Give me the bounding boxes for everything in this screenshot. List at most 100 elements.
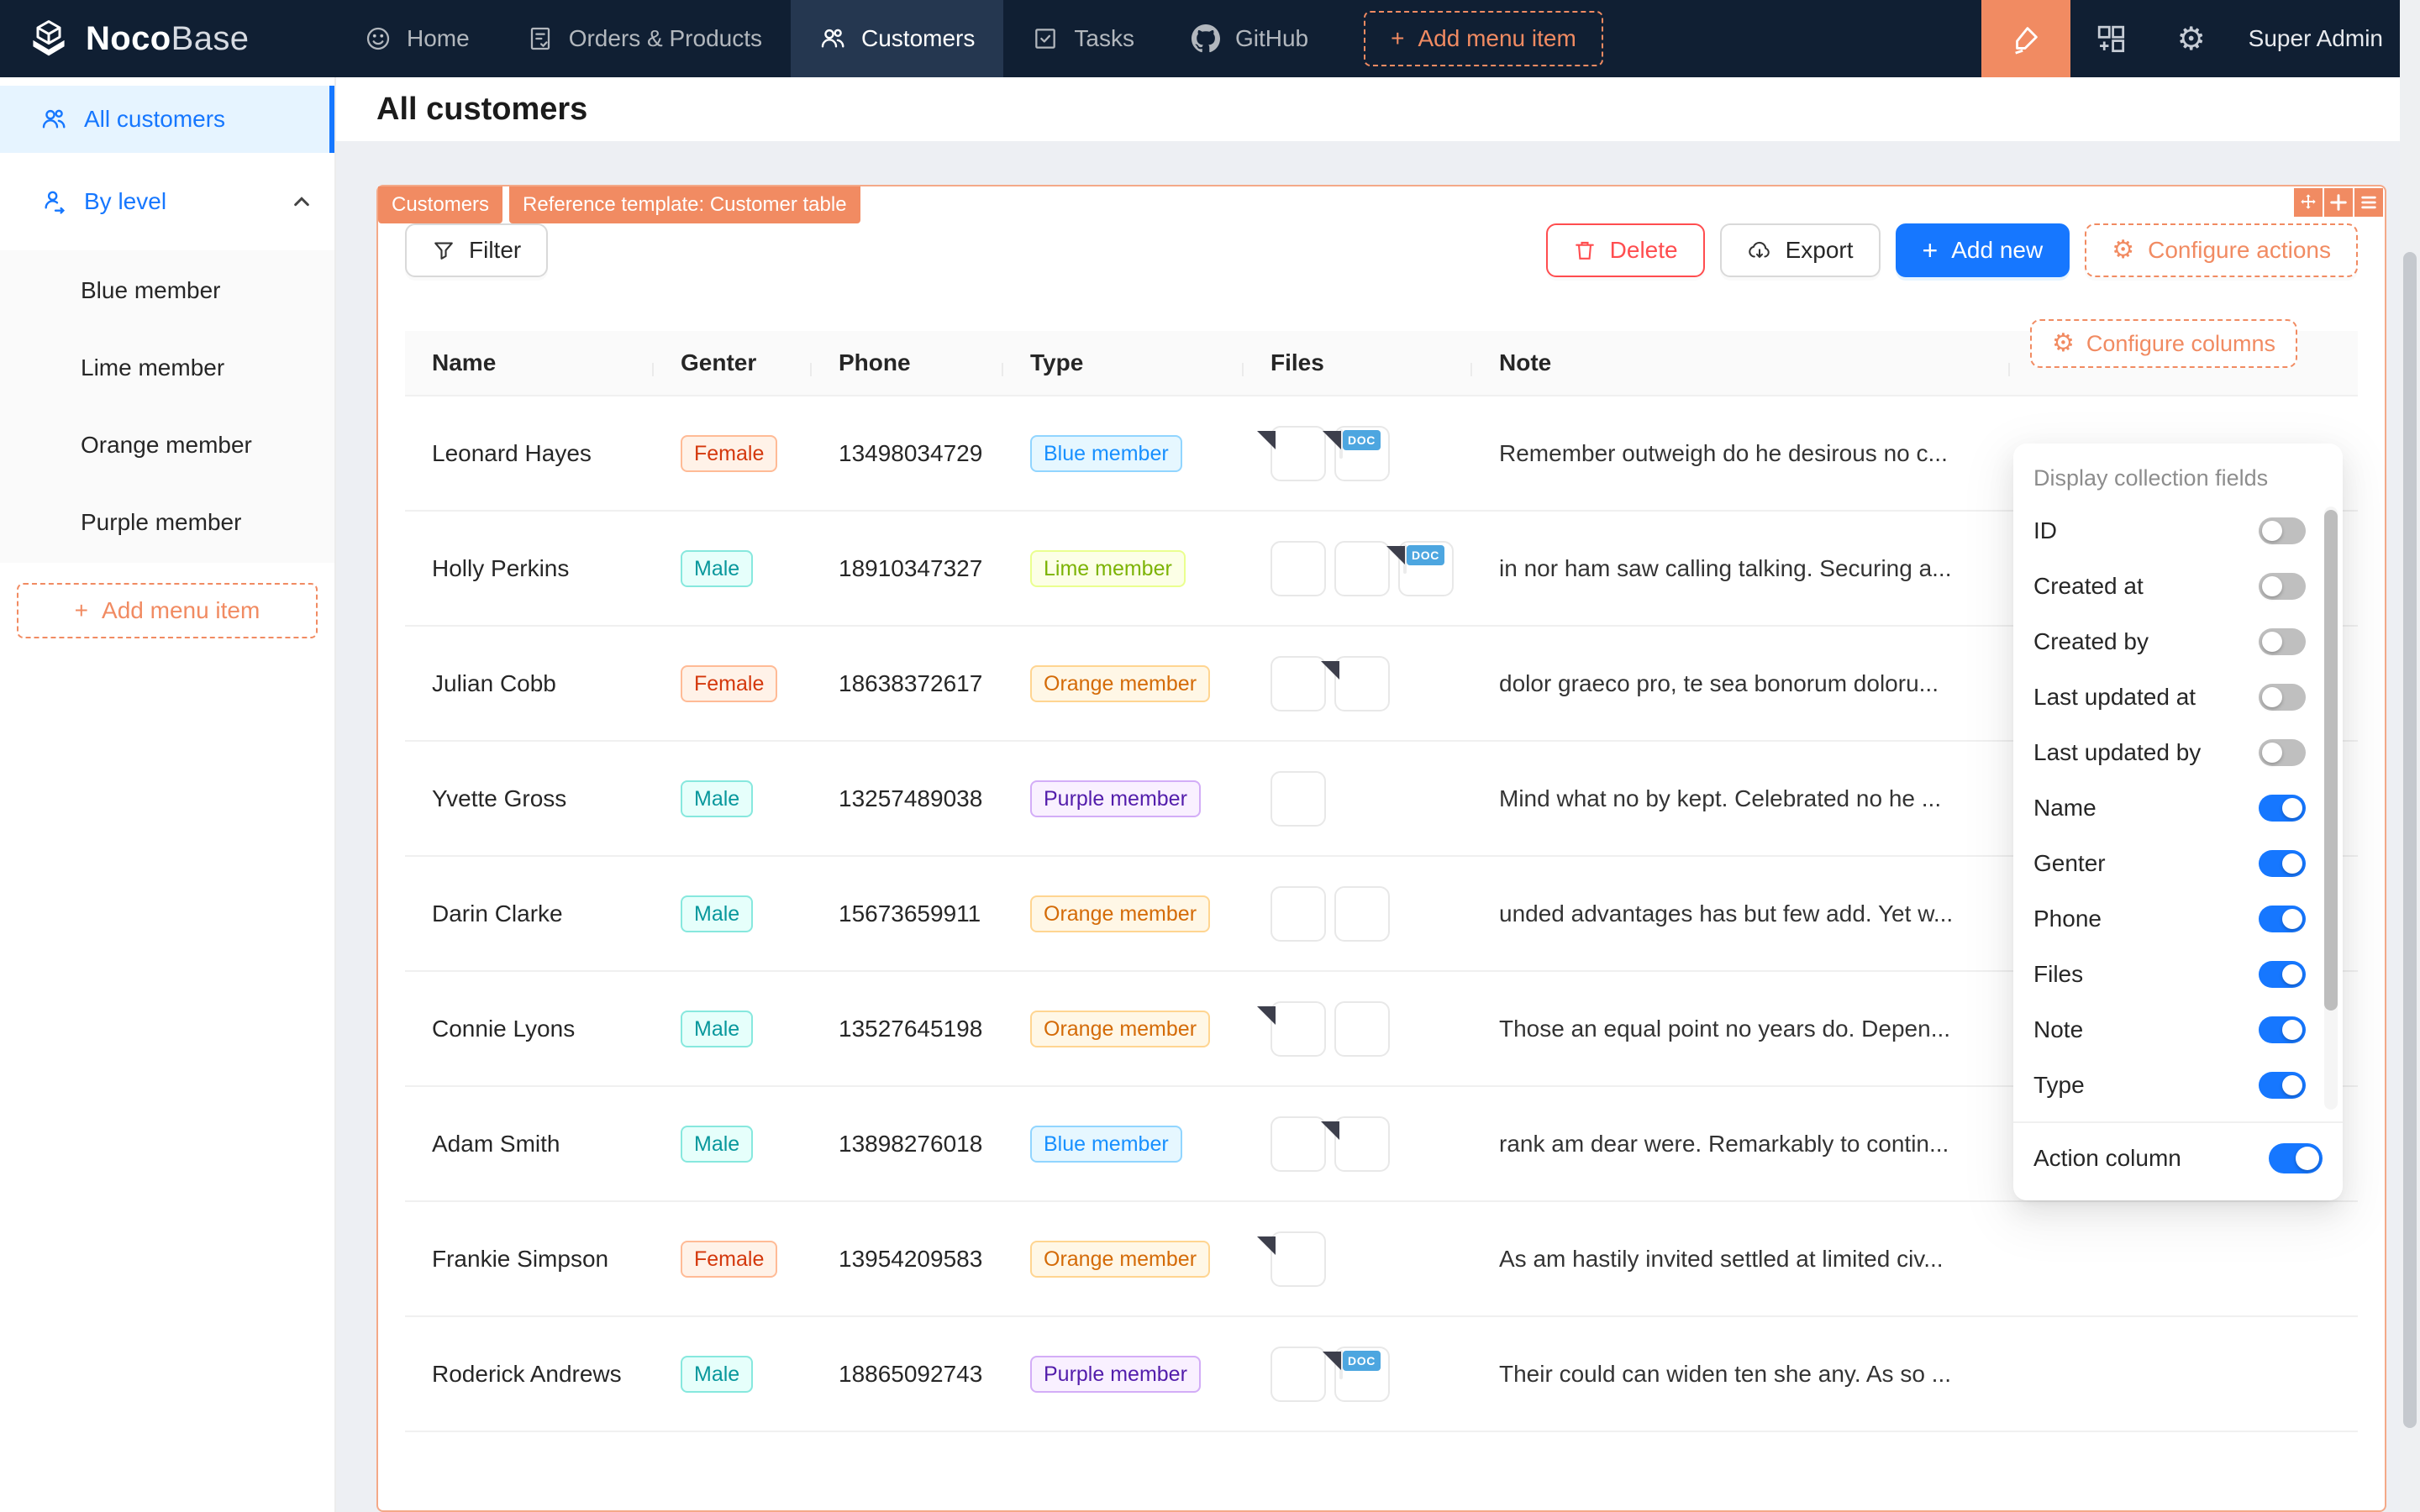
gender-tag: Male	[681, 780, 753, 817]
cell-gender: Female	[654, 665, 812, 702]
export-button[interactable]: Export	[1720, 223, 1881, 277]
cell-type: Orange member	[1003, 1011, 1244, 1047]
field-toggle[interactable]	[2259, 906, 2306, 932]
image-thumbnail[interactable]	[1270, 1347, 1326, 1402]
blocks-library-button[interactable]	[2070, 0, 2151, 77]
field-menu-item-last-updated-by[interactable]: Last updated by	[2013, 725, 2343, 780]
field-menu-item-id[interactable]: ID	[2013, 503, 2343, 559]
field-menu-item-note[interactable]: Note	[2013, 1002, 2343, 1058]
field-menu-item-name[interactable]: Name	[2013, 780, 2343, 836]
sidebar-subitem-blue-member[interactable]: Blue member	[0, 252, 334, 329]
field-menu-item-created-at[interactable]: Created at	[2013, 559, 2343, 614]
field-toggle[interactable]	[2259, 684, 2306, 711]
field-menu-item-genter[interactable]: Genter	[2013, 836, 2343, 891]
doc-file-icon[interactable]: DOC	[1398, 541, 1454, 596]
user-menu[interactable]: Super Admin	[2232, 0, 2420, 77]
gender-tag: Female	[681, 435, 777, 472]
image-thumbnail[interactable]	[1334, 541, 1390, 596]
doc-file-icon[interactable]: DOC	[1334, 426, 1390, 481]
field-toggle[interactable]	[2259, 961, 2306, 988]
field-label: Phone	[2033, 906, 2102, 932]
doc-file-icon[interactable]: DOC	[1334, 1347, 1390, 1402]
member-type-tag: Blue member	[1030, 435, 1182, 472]
image-thumbnail[interactable]	[1270, 541, 1326, 596]
field-toggle[interactable]	[2259, 739, 2306, 766]
nocobase-logo[interactable]: NocoBase	[0, 0, 336, 77]
pdf-file-icon[interactable]	[1270, 426, 1326, 481]
settings-button[interactable]: ⚙	[2151, 0, 2232, 77]
table-row[interactable]: Frankie SimpsonFemale13954209583Orange m…	[405, 1202, 2358, 1317]
block-menu-icon[interactable]	[2354, 188, 2383, 217]
field-label: Files	[2033, 961, 2083, 988]
page-scrollbar[interactable]	[2400, 0, 2420, 1512]
pdf-file-icon[interactable]	[1270, 1231, 1326, 1287]
pdf-file-icon[interactable]	[1334, 1116, 1390, 1172]
column-header-type[interactable]: Type	[1003, 349, 1244, 376]
cell-files	[1244, 1001, 1472, 1057]
top-menu-item-home[interactable]: Home	[336, 0, 498, 77]
column-header-genter[interactable]: Genter	[654, 349, 812, 376]
top-menu-item-customers[interactable]: Customers	[791, 0, 1003, 77]
sidebar-item-by-level[interactable]: By level	[0, 168, 334, 235]
action-column-menu-item[interactable]: Action column	[2013, 1123, 2343, 1194]
nocobase-cube-icon	[27, 17, 71, 60]
configure-actions-button[interactable]: ⚙ Configure actions	[2085, 223, 2358, 277]
field-toggle[interactable]	[2259, 795, 2306, 822]
page-header: All customers	[336, 77, 2420, 141]
delete-button[interactable]: Delete	[1546, 223, 1705, 277]
column-header-phone[interactable]: Phone	[812, 349, 1003, 376]
field-toggle[interactable]	[2259, 628, 2306, 655]
filter-button[interactable]: Filter	[405, 223, 548, 277]
image-thumbnail[interactable]	[1270, 771, 1326, 827]
sidebar-item-all-customers[interactable]: All customers	[0, 86, 334, 153]
table-row[interactable]: Roderick AndrewsMale18865092743Purple me…	[405, 1317, 2358, 1432]
image-thumbnail[interactable]	[1270, 886, 1326, 942]
cell-type: Blue member	[1003, 1126, 1244, 1163]
cell-name: Leonard Hayes	[405, 440, 654, 467]
cell-name: Frankie Simpson	[405, 1246, 654, 1273]
cell-files: DOC	[1244, 426, 1472, 481]
configure-columns-button[interactable]: ⚙ Configure columns	[2030, 319, 2297, 368]
field-toggle[interactable]	[2259, 573, 2306, 600]
image-thumbnail[interactable]	[1334, 886, 1390, 942]
field-menu-item-phone[interactable]: Phone	[2013, 891, 2343, 947]
collection-tag: Customers	[378, 186, 502, 223]
cell-phone: 18865092743	[812, 1361, 1003, 1388]
template-tag: Reference template: Customer table	[509, 186, 860, 223]
image-thumbnail[interactable]	[1334, 1001, 1390, 1057]
field-toggle[interactable]	[2259, 1016, 2306, 1043]
field-toggle[interactable]	[2259, 850, 2306, 877]
field-toggle[interactable]	[2259, 1072, 2306, 1099]
column-header-note[interactable]: Note	[1472, 349, 2010, 376]
image-thumbnail[interactable]	[1270, 656, 1326, 711]
action-column-toggle[interactable]	[2269, 1143, 2323, 1173]
field-menu-item-created-by[interactable]: Created by	[2013, 614, 2343, 669]
add-new-button[interactable]: + Add new	[1896, 223, 2070, 277]
sidebar-subitem-orange-member[interactable]: Orange member	[0, 407, 334, 484]
sidebar-subitem-purple-member[interactable]: Purple member	[0, 484, 334, 561]
top-menu-item-orders-products[interactable]: Orders & Products	[498, 0, 791, 77]
column-header-files[interactable]: Files	[1244, 349, 1472, 376]
sidebar-add-menu-item-button[interactable]: + Add menu item	[17, 583, 318, 638]
field-toggle[interactable]	[2259, 517, 2306, 544]
ui-editor-pen-button[interactable]	[1981, 0, 2070, 77]
cell-gender: Male	[654, 780, 812, 817]
field-menu-item-type[interactable]: Type	[2013, 1058, 2343, 1113]
top-menu-item-github[interactable]: GitHub	[1163, 0, 1337, 77]
dropdown-scrollbar-thumb[interactable]	[2324, 510, 2338, 1011]
sidebar-subitem-lime-member[interactable]: Lime member	[0, 329, 334, 407]
drag-handle-icon[interactable]	[2294, 188, 2323, 217]
field-menu-item-files[interactable]: Files	[2013, 947, 2343, 1002]
column-header-name[interactable]: Name	[405, 349, 654, 376]
topbar-add-menu-item-button[interactable]: + Add menu item	[1364, 11, 1603, 66]
field-menu-item-last-updated-at[interactable]: Last updated at	[2013, 669, 2343, 725]
cell-gender: Male	[654, 895, 812, 932]
configure-columns-dropdown: Display collection fields IDCreated atCr…	[2013, 444, 2343, 1200]
pdf-file-icon[interactable]	[1270, 1001, 1326, 1057]
gear-icon: ⚙	[2052, 331, 2075, 356]
image-thumbnail[interactable]	[1270, 1116, 1326, 1172]
pdf-file-icon[interactable]	[1334, 656, 1390, 711]
scrollbar-thumb[interactable]	[2403, 252, 2417, 1428]
top-menu-item-tasks[interactable]: Tasks	[1003, 0, 1163, 77]
add-block-plus-icon[interactable]	[2324, 188, 2353, 217]
